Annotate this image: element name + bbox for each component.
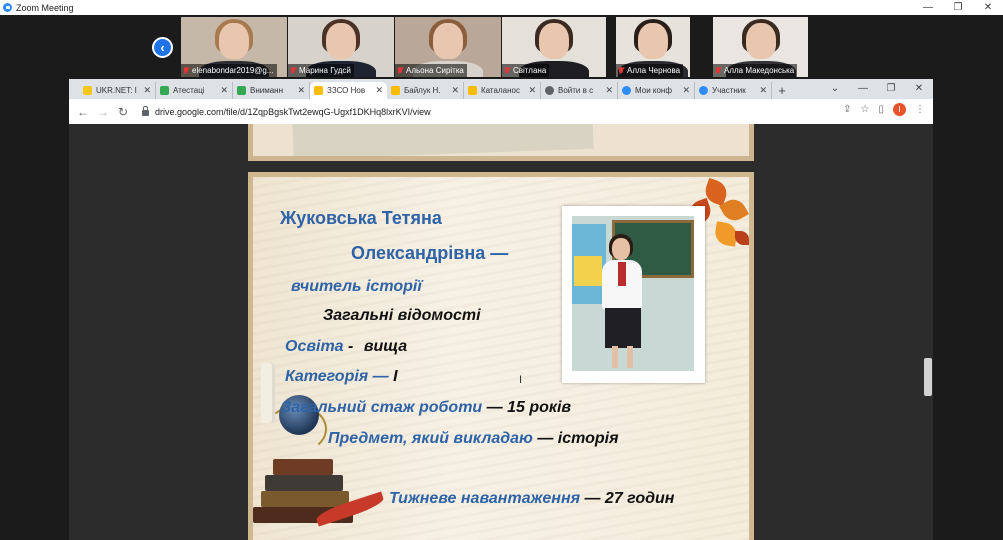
restore-icon[interactable]: ❐: [877, 83, 905, 94]
mic-muted-icon: [290, 66, 296, 75]
text-cursor-icon: I: [519, 374, 523, 386]
tab-favicon-icon: [237, 86, 246, 95]
mic-muted-icon: [504, 66, 510, 75]
share-icon[interactable]: ⇪: [843, 104, 851, 115]
experience-row: Загальний стаж роботи — 15 років: [281, 399, 572, 416]
mic-muted-icon: [618, 66, 624, 75]
zoom-titlebar: Zoom Meeting — ❐ ✕: [0, 0, 1003, 15]
url-input[interactable]: drive.google.com/file/d/1ZqpBgskTwt2ewqG…: [142, 102, 822, 121]
reload-icon[interactable]: ↻: [113, 105, 133, 119]
forward-arrow-icon[interactable]: →: [93, 105, 113, 119]
window-title: Zoom Meeting: [16, 2, 74, 13]
participant-name: Марина Гудсй: [299, 66, 351, 75]
browser-tab-active[interactable]: ЗЗСО Нов ✕: [310, 82, 387, 99]
participant-tile[interactable]: Алла Чернова: [616, 17, 690, 77]
tab-close-icon[interactable]: ✕: [682, 85, 690, 96]
tab-close-icon[interactable]: ✕: [605, 85, 613, 96]
shared-browser-window: UKR.NET: I ✕ Атестаці ✕ Вниманн ✕ ЗЗСО Нов ✕…: [69, 79, 933, 124]
current-slide: Жуковська Тетяна Олександрівна — вчитель…: [248, 172, 754, 540]
tab-bar: UKR.NET: I ✕ Атестаці ✕ Вниманн ✕ ЗЗСО Нов ✕…: [69, 79, 933, 99]
menu-icon[interactable]: ⋮: [915, 104, 925, 115]
star-icon[interactable]: ☆: [861, 104, 870, 115]
tab-favicon-icon: [160, 86, 169, 95]
tab-favicon-icon: [391, 86, 400, 95]
browser-tab[interactable]: Каталанос ✕: [464, 82, 541, 99]
browser-tab[interactable]: Атестаці ✕: [156, 82, 233, 99]
tab-close-icon[interactable]: ✕: [220, 85, 228, 96]
tab-favicon-icon: [83, 86, 92, 95]
teacher-role: вчитель історії: [291, 278, 422, 295]
browser-tab[interactable]: Войти в с ✕: [541, 82, 618, 99]
address-bar: ← → ↻ drive.google.com/file/d/1ZqpBgskTw…: [69, 99, 933, 124]
teacher-photo: [572, 216, 694, 371]
tab-close-icon[interactable]: ✕: [143, 85, 151, 96]
participant-name: Алла Македонська: [724, 66, 795, 75]
tab-close-icon[interactable]: ✕: [528, 85, 536, 96]
subject-row: Предмет, який викладаю — історія: [328, 430, 619, 447]
tab-close-icon[interactable]: ✕: [297, 85, 305, 96]
books-decoration: [253, 449, 363, 540]
restore-icon[interactable]: ❐: [943, 0, 973, 15]
tab-favicon-icon: [468, 86, 477, 95]
browser-tab[interactable]: Байлук Н. ✕: [387, 82, 464, 99]
url-text: drive.google.com/file/d/1ZqpBgskTwt2ewqG…: [155, 106, 431, 117]
tab-favicon-icon: [622, 86, 631, 95]
mic-muted-icon: [715, 66, 721, 75]
browser-tab[interactable]: Участник ✕: [695, 82, 772, 99]
participant-name: Альона Сиріткa: [406, 66, 464, 75]
workload-row: Тижневе навантаження — 27 годин: [389, 490, 675, 507]
teacher-photo-frame: [562, 206, 705, 383]
participant-name: Світлана: [513, 66, 547, 75]
tab-favicon-icon: [545, 86, 554, 95]
section-heading: Загальні відомості: [323, 307, 481, 324]
tab-close-icon[interactable]: ✕: [451, 85, 459, 96]
zoom-logo-icon: [3, 3, 12, 12]
back-arrow-icon[interactable]: ←: [73, 105, 93, 119]
education-row: Освіта - вища: [285, 338, 408, 355]
window-controls: — ❐ ✕: [913, 0, 1003, 15]
teacher-name-line2: Олександрівна —: [351, 243, 509, 263]
gallery-prev-button[interactable]: ‹: [152, 37, 173, 58]
profile-avatar[interactable]: I: [893, 103, 906, 116]
participant-name: elenabondar2019@g...: [192, 66, 274, 75]
category-row: Категорія — I: [285, 368, 398, 385]
participant-tile[interactable]: Алла Македонська: [713, 17, 808, 77]
viewer-scrollbar[interactable]: [924, 358, 932, 396]
browser-tab[interactable]: UKR.NET: I ✕: [79, 82, 156, 99]
tab-close-icon[interactable]: ✕: [759, 85, 767, 96]
tab-favicon-icon: [699, 86, 708, 95]
participant-tile[interactable]: Світлана: [502, 17, 606, 77]
browser-tab[interactable]: Вниманн ✕: [233, 82, 310, 99]
close-icon[interactable]: ✕: [905, 83, 933, 94]
lock-icon: [142, 105, 149, 116]
browser-tab[interactable]: Мои конф ✕: [618, 82, 695, 99]
participant-tile[interactable]: elenabondar2019@g...: [181, 17, 287, 77]
previous-slide: [248, 124, 754, 161]
mic-muted-icon: [397, 66, 403, 75]
tab-favicon-icon: [314, 86, 323, 95]
tab-close-icon[interactable]: ✕: [375, 85, 383, 96]
browser-window-controls: ⌄ — ❐ ✕: [821, 79, 933, 97]
new-tab-button[interactable]: +: [772, 82, 792, 99]
participant-name: Алла Чернова: [627, 66, 681, 75]
close-icon[interactable]: ✕: [973, 0, 1003, 15]
tab-search-icon[interactable]: ⌄: [821, 83, 849, 94]
minimize-icon[interactable]: —: [849, 83, 877, 94]
minimize-icon[interactable]: —: [913, 0, 943, 15]
teacher-name-line1: Жуковська Тетяна: [280, 208, 442, 228]
participant-tile[interactable]: Альона Сиріткa: [395, 17, 501, 77]
participant-tile[interactable]: Марина Гудсй: [288, 17, 394, 77]
side-panel-icon[interactable]: ▯: [878, 104, 884, 115]
mic-muted-icon: [183, 66, 189, 75]
toolbar-actions: ⇪ ☆ ▯ I ⋮: [843, 103, 925, 116]
